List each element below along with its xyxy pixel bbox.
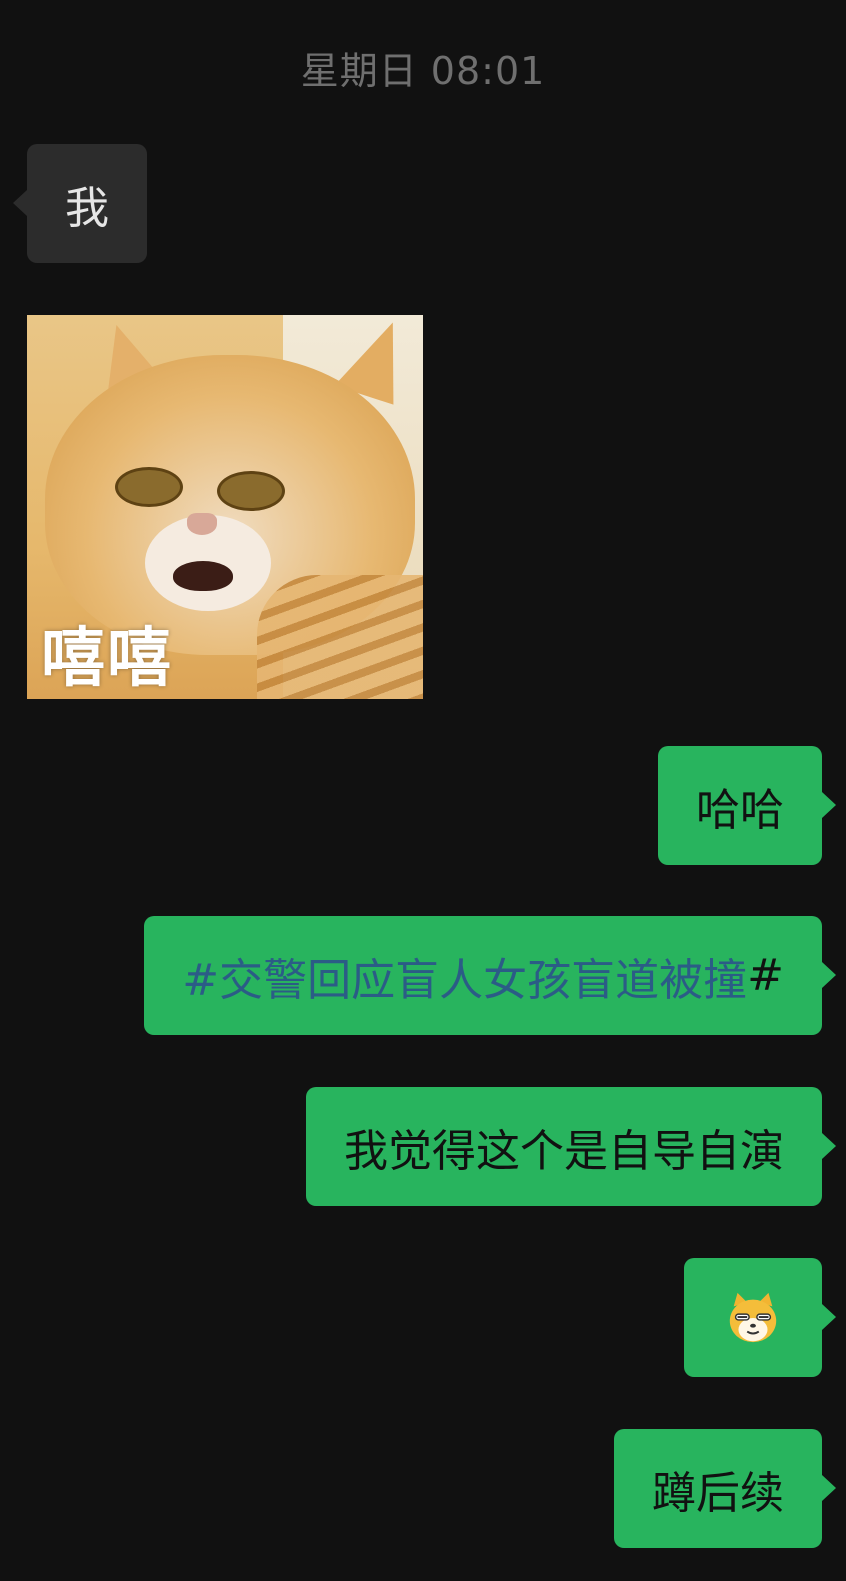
message-text: 蹲后续 [652,1467,784,1519]
outgoing-message-bubble[interactable]: 哈哈 [658,746,836,865]
cat-nose [187,513,217,535]
topic-hashtag-link[interactable]: #交警回应盲人女孩盲道被撞 [182,944,747,1008]
message-text: 我 [65,182,109,234]
outgoing-emoji-bubble[interactable] [684,1258,836,1377]
message-timestamp: 星期日 08:01 [300,49,546,93]
cat-eye-right [217,471,285,511]
outgoing-message-bubble[interactable]: #交警回应盲人女孩盲道被撞 # [144,916,836,1035]
cat-body-stripes [257,575,423,699]
sticker-caption: 嘻嘻 [41,622,173,696]
cat-mouth [173,561,233,591]
chat-view[interactable]: 星期日 08:01 我 嘻嘻 哈哈 #交警回应盲人女孩盲道被撞 # 我觉得这个是自… [0,0,846,1581]
smug-dog-emoji-icon [724,1289,782,1347]
topic-hashtag-suffix: # [747,950,784,1001]
cat-sticker-image[interactable]: 嘻嘻 [27,315,423,699]
cat-eye-left [115,467,183,507]
outgoing-message-bubble[interactable]: 蹲后续 [614,1429,836,1548]
message-text: 哈哈 [696,784,784,836]
message-text: 我觉得这个是自导自演 [344,1125,784,1177]
incoming-message-bubble[interactable]: 我 [13,144,147,263]
outgoing-message-bubble[interactable]: 我觉得这个是自导自演 [306,1087,836,1206]
